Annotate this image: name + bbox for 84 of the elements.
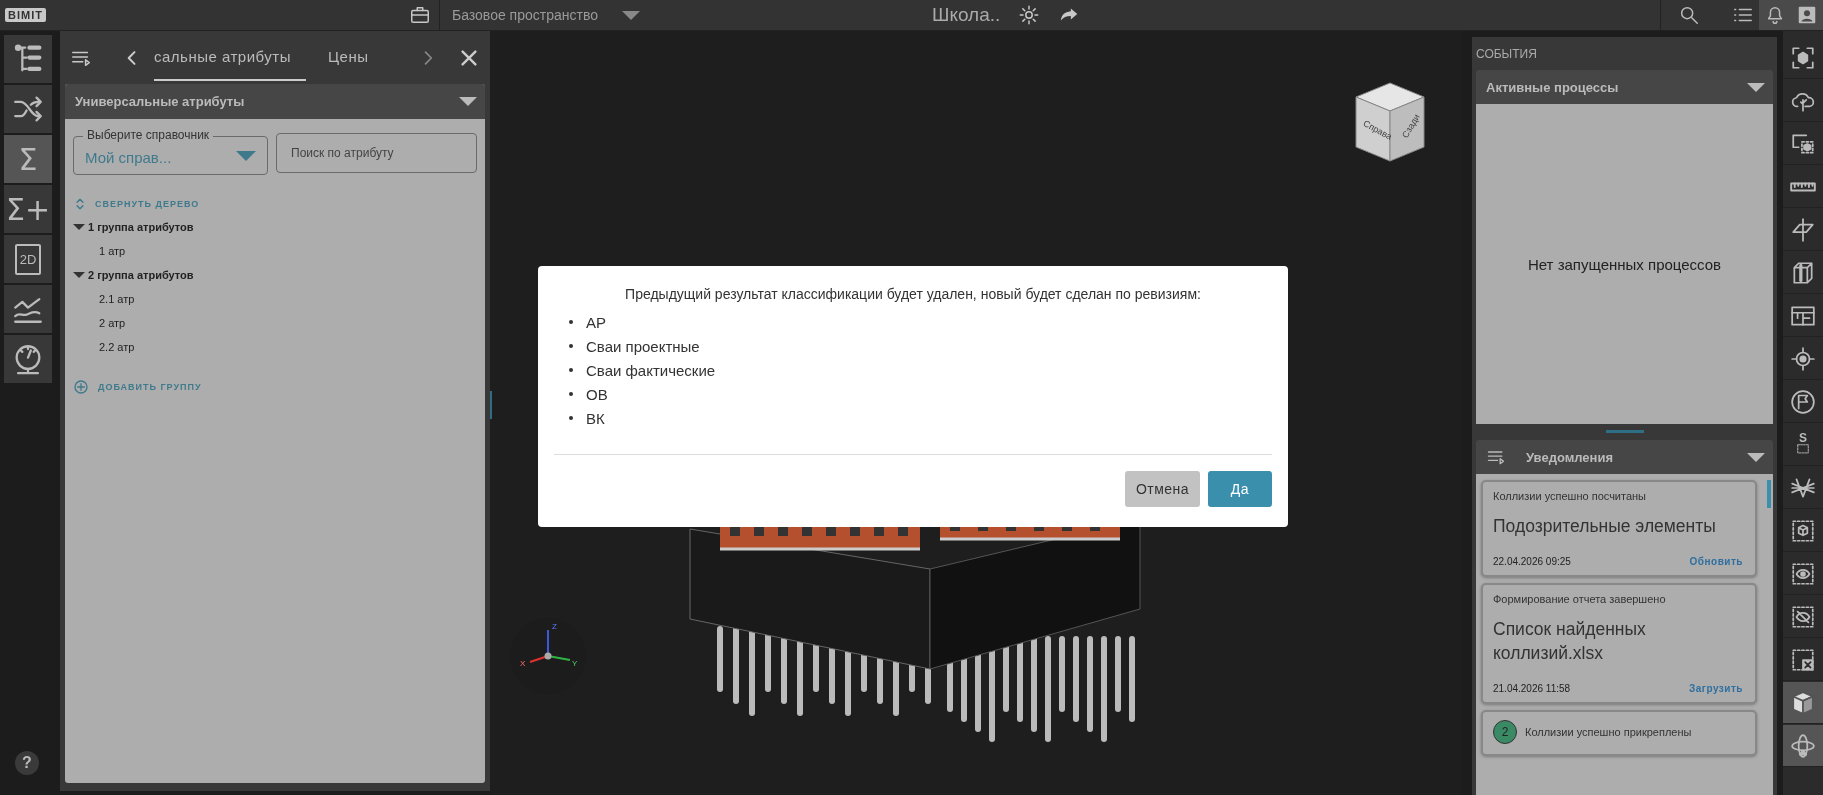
bullet-dot	[569, 344, 573, 348]
section-header[interactable]: Универсальные атрибуты	[65, 84, 485, 119]
tool-button[interactable]	[1783, 682, 1823, 724]
list-item-text: Сваи фактические	[586, 361, 716, 379]
target-icon	[1790, 345, 1816, 372]
notification-text: Список найденных коллизий.xlsx	[1493, 618, 1647, 665]
collapse-icon	[73, 197, 87, 211]
tool-button[interactable]	[4, 85, 52, 133]
flag-icon	[1790, 388, 1816, 415]
tool-button[interactable]	[4, 35, 52, 83]
eye-off-select-icon	[1790, 603, 1816, 630]
bullet-dot	[569, 416, 573, 420]
cancel-button[interactable]: Отмена	[1125, 471, 1200, 507]
tree-item[interactable]: 2.2 атр	[73, 335, 477, 359]
notification-title: Коллизии успешно прикреплены	[1525, 726, 1692, 738]
orbit-icon	[1790, 732, 1816, 759]
tool-button[interactable]	[1783, 725, 1823, 767]
tool-button[interactable]: S	[1783, 424, 1823, 466]
panel-title: СОБЫТИЯ	[1476, 46, 1538, 63]
tree-item[interactable]: 2.1 атр	[73, 287, 477, 311]
tree-group[interactable]: 1 группа атрибутов	[73, 215, 477, 239]
search-field[interactable]: Поиск по атрибуту	[276, 133, 477, 173]
notification-title: Коллизии успешно посчитаны	[1493, 490, 1647, 502]
field-label: Выберите справочник	[83, 128, 214, 142]
eye-select-icon	[1790, 560, 1816, 587]
briefcase-icon[interactable]	[409, 4, 431, 26]
bullet-dot	[569, 392, 573, 396]
bullet-dot	[569, 368, 573, 372]
resize-handle[interactable]	[1605, 430, 1644, 433]
focus-frame-icon	[1790, 44, 1816, 71]
ruler-icon	[1790, 181, 1816, 192]
panel-tab[interactable]: сальные атрибуты	[154, 34, 306, 81]
empty-state-text: Нет запущенных процессов	[1527, 255, 1722, 273]
timestamp: 22.04.2026 09:25	[1493, 556, 1571, 567]
dialog-message: Предыдущий результат классификации будет удален, новый будет сделан по ревизиям:	[624, 286, 1202, 304]
tree-group[interactable]: 2 группа атрибутов	[73, 263, 477, 287]
caret-icon	[459, 97, 477, 106]
caret-icon	[621, 10, 640, 20]
bell-button[interactable]	[1759, 0, 1791, 30]
tool-button[interactable]	[4, 285, 52, 333]
notification-title: Формирование отчета завершено	[1493, 593, 1666, 605]
section-box-icon	[1790, 259, 1816, 286]
remove-select-icon	[1790, 646, 1816, 673]
tool-button[interactable]: Σ+	[4, 185, 52, 233]
notification-text: Подозрительные элементы	[1493, 515, 1717, 538]
axis-label: Z	[552, 622, 557, 631]
workspace-dropdown[interactable]: Базовое пространство	[440, 0, 640, 30]
panel-tab[interactable]: Цены	[328, 34, 369, 81]
list-item-text: ОВ	[586, 385, 608, 403]
caret-icon	[73, 272, 85, 278]
help-button[interactable]: ?	[15, 751, 39, 775]
tool-button[interactable]: 2D	[4, 235, 52, 283]
caret-icon	[73, 224, 85, 230]
timestamp: 21.04.2026 11:58	[1493, 683, 1571, 694]
tool-button[interactable]: Σ	[4, 135, 52, 183]
resize-handle[interactable]	[490, 391, 492, 419]
settings-icon[interactable]	[1018, 4, 1041, 26]
axis-label: Y	[572, 659, 578, 668]
box-select-icon	[1790, 517, 1816, 544]
caret-icon	[1747, 82, 1765, 92]
section-plane-icon	[1790, 216, 1816, 243]
user-button[interactable]	[1791, 0, 1823, 30]
tree-item[interactable]: 2 атр	[73, 311, 477, 335]
reference-dropdown[interactable]: Выберите справочник Мой справ...	[73, 127, 268, 175]
app-logo[interactable]: BIMIT	[5, 8, 46, 22]
workspace-name: Базовое пространство	[452, 7, 598, 23]
list-item-text: Сваи проектные	[586, 337, 700, 355]
caret-icon	[1747, 452, 1765, 462]
search-icon	[1678, 4, 1700, 26]
count-badge: 2	[1493, 720, 1517, 744]
section-header[interactable]: Уведомления	[1476, 440, 1773, 474]
caret-icon	[236, 150, 256, 161]
scrollbar-thumb[interactable]	[1767, 480, 1771, 508]
project-title: Школа..	[931, 4, 1001, 26]
add-circle-icon	[73, 379, 89, 395]
tool-button[interactable]	[4, 335, 52, 383]
axis-label: X	[520, 659, 526, 668]
user-icon	[1796, 4, 1818, 26]
tree-item[interactable]: 1 атр	[73, 239, 477, 263]
confirm-button[interactable]: Да	[1208, 471, 1272, 507]
section-header[interactable]: Активные процессы	[1476, 70, 1773, 104]
bullet-dot	[569, 320, 573, 324]
list-item-text: ВК	[586, 409, 605, 427]
list-item-text: АР	[586, 313, 606, 331]
